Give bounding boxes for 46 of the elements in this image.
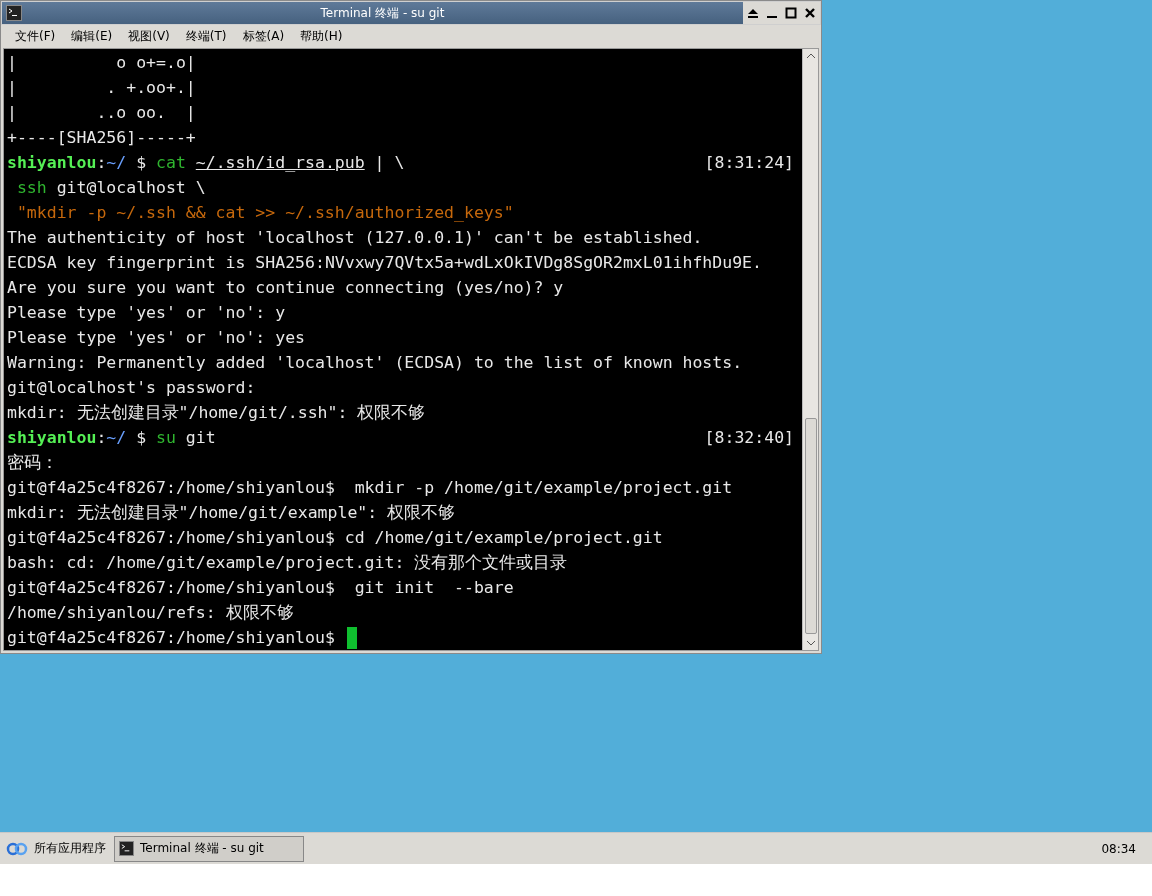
terminal-line: git@f4a25c4f8267:/home/shiyanlou$ mkdir -p /home/git/example/project.git [7,477,733,499]
menu-item[interactable]: 视图(V) [120,26,178,47]
scrollbar[interactable] [802,49,818,650]
menu-item[interactable]: 标签(A) [234,26,293,47]
terminal-line: git@f4a25c4f8267:/home/shiyanlou$ [7,627,336,649]
terminal-line: "mkdir -p ~/.ssh && cat >> ~/.ssh/authorized_keys" [15,202,514,224]
terminal-line: shiyanlou:~/ $ su git [7,427,216,449]
terminal-line: /home/shiyanlou/refs: 权限不够 [7,602,294,624]
terminal-line: git@localhost's password: [7,377,256,399]
clock: 08:34 [1101,841,1136,856]
terminal-line: | . +.oo+.| [7,77,196,99]
terminal-line: mkdir: 无法创建目录"/home/git/example": 权限不够 [7,502,456,524]
menu-item[interactable]: 终端(T) [177,26,235,47]
menu-item[interactable]: 帮助(H) [292,26,351,47]
terminal-line: 密码： [7,452,58,474]
terminal-line: bash: cd: /home/git/example/project.git: 没有那个文件或目录 [7,552,568,574]
terminal-line: ECDSA key fingerprint is SHA256:NVvxwy7QVtx5a+wdLxOkIVDg8SgOR2mxL01ihfhDu9E. [7,252,762,274]
shade-icon[interactable] [747,7,759,19]
terminal-line: mkdir: 无法创建目录"/home/git/.ssh": 权限不够 [7,402,426,424]
terminal-line: Please type 'yes' or 'no': y [7,302,286,324]
terminal-line: Please type 'yes' or 'no': yes [7,327,305,349]
terminal-line: | o o+=.o| [7,52,196,74]
menu-item[interactable]: 编辑(E) [63,26,121,47]
terminal-line: git@f4a25c4f8267:/home/shiyanlou$ cd /home/git/example/project.git [7,527,663,549]
timestamp: [8:32:40] [704,427,794,449]
timestamp: [8:31:24] [704,152,794,174]
terminal-line: | ..o oo. | [7,102,196,124]
terminal-line: +----[SHA256]-----+ [7,127,196,149]
terminal-line: git@f4a25c4f8267:/home/shiyanlou$ git init --bare [7,577,514,599]
scroll-down-icon[interactable] [805,638,816,648]
terminal-line: ssh git@localhost \ [15,177,206,199]
window-title: Terminal 终端 - su git [319,4,446,22]
menu-item[interactable]: 文件(F) [7,26,64,47]
start-menu-button[interactable]: 所有应用程序 [4,840,108,857]
taskbar-button[interactable]: Terminal 终端 - su git [114,835,304,862]
terminal-line: Are you sure you want to continue connecting (yes/no)? y [7,277,564,299]
maximize-icon[interactable] [785,7,797,19]
terminal-line: The authenticity of host 'localhost (127.0.0.1)' can't be established. [7,227,703,249]
rings-icon [6,841,28,856]
terminal-icon [6,5,22,21]
close-icon[interactable] [804,7,816,19]
terminal-line: Warning: Permanently added 'localhost' (ECDSA) to the list of known hosts. [7,352,743,374]
scroll-up-icon[interactable] [805,51,816,61]
scroll-thumb[interactable] [804,418,817,634]
terminal-icon [119,841,134,856]
terminal-line: shiyanlou:~/ $ cat ~/.ssh/id_rsa.pub | \ [7,152,405,174]
